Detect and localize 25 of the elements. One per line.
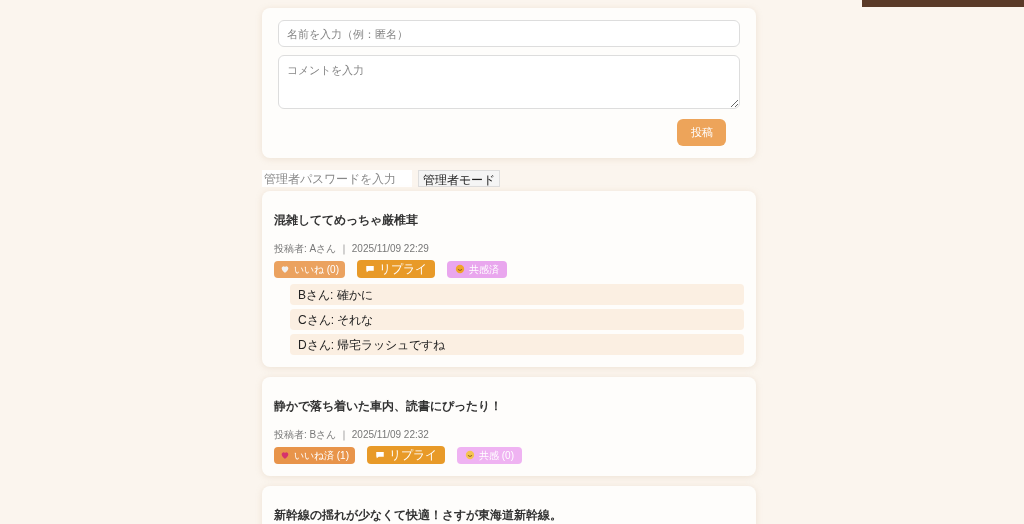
- post-meta: 投稿者: Bさん ｜ 2025/11/09 22:32: [274, 428, 430, 442]
- reply-item: Cさん: それな: [290, 309, 744, 330]
- smiley-icon: [455, 264, 465, 274]
- submit-button[interactable]: 投稿: [677, 119, 726, 146]
- reply-item: Bさん: 確かに: [290, 284, 744, 305]
- admin-mode-button[interactable]: 管理者モード: [418, 170, 500, 187]
- name-input[interactable]: 名前を入力（例：匿名）: [278, 20, 740, 47]
- reply-button[interactable]: リプライ: [367, 446, 445, 464]
- post-text: 混雑しててめっちゃ厳椎茸: [274, 212, 419, 229]
- reply-item: Dさん: 帰宅ラッシュですね: [290, 334, 744, 355]
- like-button[interactable]: いいね済 (1): [274, 446, 355, 464]
- empathy-button[interactable]: 共感 (0): [457, 446, 522, 464]
- post-meta: 投稿者: Aさん ｜ 2025/11/09 22:29: [274, 242, 430, 256]
- comment-input[interactable]: コメントを入力: [278, 55, 740, 109]
- speech-bubble-icon: [365, 264, 375, 274]
- like-button[interactable]: いいね (0): [274, 260, 345, 278]
- heart-icon: [280, 264, 290, 274]
- speech-bubble-icon: [375, 450, 385, 460]
- post-text: 静かで落ち着いた車内、読書にぴったり！: [274, 398, 503, 415]
- empathy-button[interactable]: 共感済: [447, 260, 507, 278]
- admin-password-input[interactable]: 管理者パスワードを入力: [262, 170, 412, 187]
- heart-icon: [280, 450, 290, 460]
- reply-button[interactable]: リプライ: [357, 260, 435, 278]
- post-text: 新幹線の揺れが少なくて快適！さすが東海道新幹線。: [274, 507, 563, 524]
- smiley-icon: [465, 450, 475, 460]
